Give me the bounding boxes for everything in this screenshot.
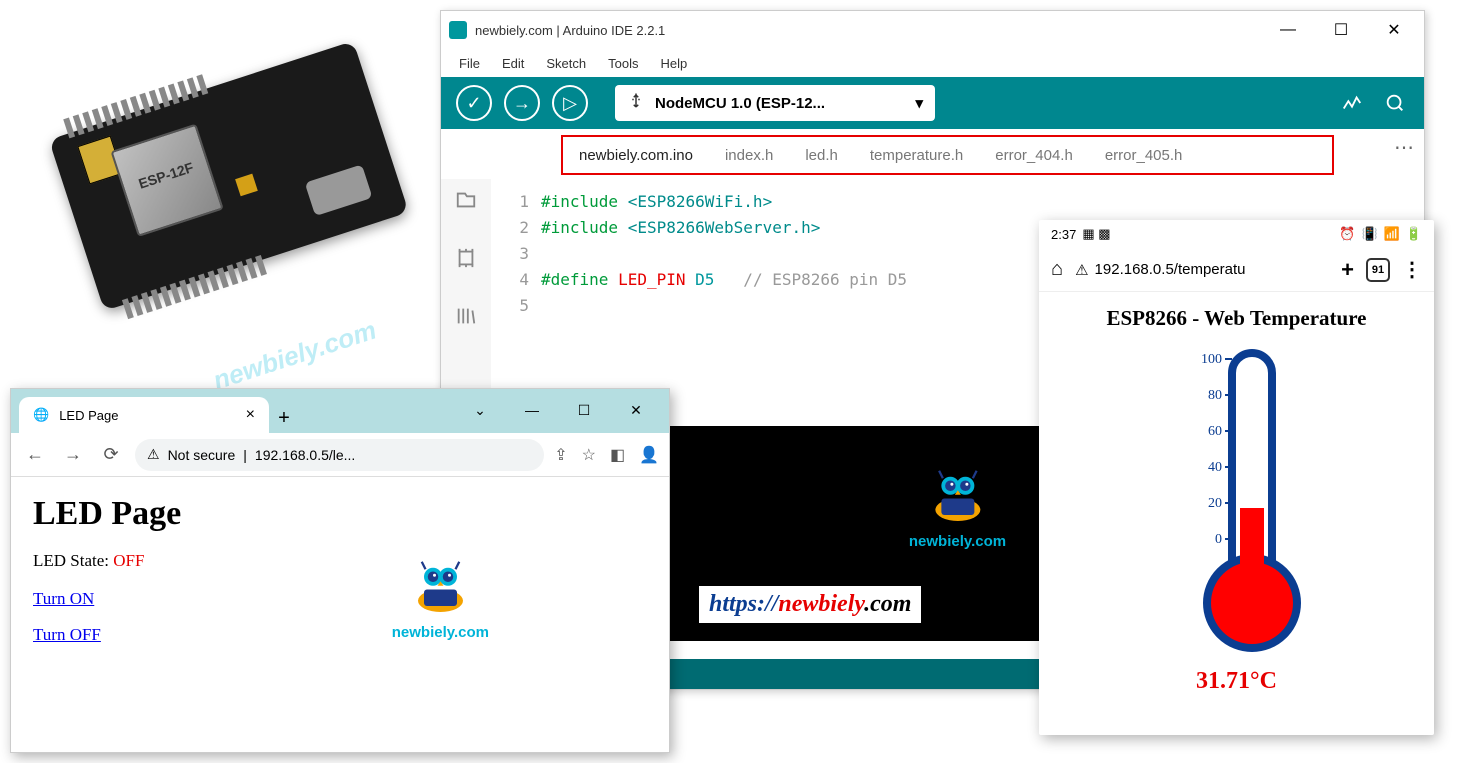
thermometer-graphic: 100 80 60 40 20 0 [1137,343,1337,653]
svg-text:20: 20 [1208,496,1222,511]
mobile-status-bar: 2:37 ▦ ▩ ⏰ 📳 📶 🔋 [1039,220,1434,248]
not-secure-icon: ⚠ [1075,261,1088,279]
svg-text:100: 100 [1201,352,1222,367]
battery-icon: 🔋 [1406,226,1422,242]
mobile-browser-temperature: 2:37 ▦ ▩ ⏰ 📳 📶 🔋 ⌂ ⚠ 192.168.0.5/tempera… [1039,220,1434,735]
tab-main-ino[interactable]: newbiely.com.ino [563,137,709,173]
upload-button[interactable]: → [504,85,540,121]
usb-icon [627,92,645,114]
url-overlay-text: https://newbiely.com [698,585,922,624]
svg-text:0: 0 [1215,532,1222,547]
ide-menubar: File Edit Sketch Tools Help [441,49,1424,77]
share-icon[interactable]: ⇪ [554,445,567,465]
vibrate-icon: 📳 [1361,226,1377,242]
separator: | [243,447,247,463]
ide-toolbar: ✓ → ▷ NodeMCU 1.0 (ESP-12... ▾ [441,77,1424,129]
profile-icon[interactable]: 👤 [639,445,659,465]
board-name: NodeMCU 1.0 (ESP-12... [655,95,825,112]
chevron-down-icon: ▾ [915,94,923,112]
status-time: 2:37 [1051,227,1076,242]
alarm-icon: ⏰ [1339,226,1355,242]
svg-text:80: 80 [1208,388,1222,403]
not-secure-label: Not secure [168,447,236,463]
serial-monitor-icon[interactable] [1381,89,1409,117]
minimize-button[interactable]: — [512,395,552,425]
page-heading: LED Page [33,495,647,533]
tab-close-icon[interactable]: × [246,406,255,424]
home-icon[interactable]: ⌂ [1051,258,1063,281]
window-title: newbiely.com | Arduino IDE 2.2.1 [475,23,1274,38]
new-tab-button[interactable]: + [269,403,299,433]
temperature-page-title: ESP8266 - Web Temperature [1039,306,1434,331]
debug-button[interactable]: ▷ [552,85,588,121]
maximize-button[interactable]: ☐ [564,395,604,425]
turn-on-link[interactable]: Turn ON [33,589,647,609]
serial-plotter-icon[interactable] [1338,89,1366,117]
arduino-icon [449,21,467,39]
mobile-viewport: ESP8266 - Web Temperature 100 80 60 40 2… [1039,292,1434,695]
browser-viewport: LED Page LED State: OFF Turn ON Turn OFF… [11,477,669,752]
owl-logo-watermark: newbiely.com [909,456,1006,550]
forward-button[interactable]: → [59,444,87,465]
status-app-icons: ▦ ▩ [1082,226,1110,242]
mobile-address-bar[interactable]: ⚠ 192.168.0.5/temperatu [1075,261,1329,279]
tab-count-button[interactable]: 91 [1366,258,1390,282]
back-button[interactable]: ← [21,444,49,465]
tab-title: LED Page [59,408,118,423]
close-button[interactable]: ✕ [1380,16,1408,44]
library-icon[interactable] [455,305,477,333]
led-state-row: LED State: OFF [33,551,647,571]
browser-tab-led[interactable]: 🌐 LED Page × [19,397,269,433]
menu-help[interactable]: Help [660,56,687,71]
new-tab-button[interactable]: + [1341,257,1354,283]
tab-led-h[interactable]: led.h [789,137,854,173]
close-button[interactable]: ✕ [616,395,656,425]
url-text: 192.168.0.5/le... [255,447,355,463]
address-bar[interactable]: ⚠ Not secure | 192.168.0.5/le... [135,439,544,471]
ide-titlebar: newbiely.com | Arduino IDE 2.2.1 — ☐ ✕ [441,11,1424,49]
reload-button[interactable]: ⟳ [97,444,125,465]
svg-text:60: 60 [1208,424,1222,439]
dropdown-icon[interactable]: ⌄ [460,395,500,425]
menu-sketch[interactable]: Sketch [546,56,586,71]
turn-off-link[interactable]: Turn OFF [33,625,647,645]
menu-edit[interactable]: Edit [502,56,524,71]
menu-tools[interactable]: Tools [608,56,638,71]
owl-logo-watermark: newbiely.com [392,547,489,641]
browser-window-led: 🌐 LED Page × + ⌄ — ☐ ✕ ← → ⟳ ⚠ Not secur… [10,388,670,753]
sidepanel-icon[interactable]: ◧ [610,445,625,465]
tab-index-h[interactable]: index.h [709,137,789,173]
browser-toolbar: ← → ⟳ ⚠ Not secure | 192.168.0.5/le... ⇪… [11,433,669,477]
explorer-icon[interactable] [455,189,477,217]
file-tabs-highlight: newbiely.com.ino index.h led.h temperatu… [561,135,1334,175]
not-secure-icon: ⚠ [147,446,160,463]
menu-icon[interactable]: ⋮ [1402,257,1422,282]
mobile-toolbar: ⌂ ⚠ 192.168.0.5/temperatu + 91 ⋮ [1039,248,1434,292]
svg-text:40: 40 [1208,460,1222,475]
board-selector[interactable]: NodeMCU 1.0 (ESP-12... ▾ [615,85,935,121]
browser-tabstrip: 🌐 LED Page × + ⌄ — ☐ ✕ [11,389,669,433]
verify-button[interactable]: ✓ [456,85,492,121]
tab-error-404-h[interactable]: error_404.h [979,137,1089,173]
tab-error-405-h[interactable]: error_405.h [1089,137,1199,173]
url-text: 192.168.0.5/temperatu [1095,261,1246,278]
minimize-button[interactable]: — [1274,16,1302,44]
bookmark-icon[interactable]: ☆ [582,445,596,465]
nodemcu-board-image [0,0,473,417]
boards-icon[interactable] [455,247,477,275]
wifi-icon: 📶 [1384,226,1400,242]
menu-file[interactable]: File [459,56,480,71]
tab-overflow-menu[interactable]: ⋯ [1394,135,1414,160]
led-state-value: OFF [113,551,144,570]
globe-icon: 🌐 [33,407,49,423]
temperature-value: 31.71°C [1039,668,1434,695]
tab-temperature-h[interactable]: temperature.h [854,137,979,173]
maximize-button[interactable]: ☐ [1327,16,1355,44]
